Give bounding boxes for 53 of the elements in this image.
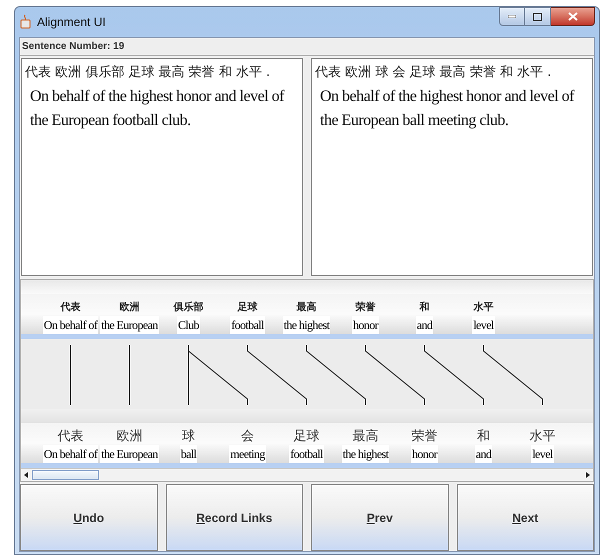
chinese-word: 球 [182,429,195,446]
english-word[interactable]: the European [100,316,159,334]
english-word[interactable]: On behalf of [42,445,98,464]
action-button[interactable]: Record Links [166,484,303,551]
close-icon [568,12,578,21]
chinese-word: 会 [241,429,254,446]
chinese-word: 水平 [474,300,494,316]
english-word[interactable]: level [472,316,495,334]
chinese-word: 荣誉 [356,300,376,316]
chinese-word: 最高 [352,429,378,446]
chinese-sentence: 代表 欧洲 俱乐部 足球 最高 荣誉 和 水平 . [25,64,272,82]
english-word[interactable]: and [416,316,434,334]
english-word[interactable]: the European [100,445,159,464]
english-word[interactable]: level [531,445,554,464]
english-word[interactable]: football [289,445,324,464]
english-word[interactable]: On behalf of [42,316,98,334]
english-word[interactable]: and [474,445,492,464]
english-word[interactable]: the highest [282,316,330,334]
chinese-word: 代表 [60,300,80,316]
chinese-word: 欧洲 [116,429,142,446]
window-title: Alignment UI [37,14,106,31]
chinese-word: 足球 [238,300,258,316]
english-word[interactable]: football [230,316,265,334]
chinese-word: 荣誉 [412,429,438,446]
chinese-word: 水平 [530,429,556,446]
action-button[interactable]: Prev [311,484,448,551]
chinese-word: 欧洲 [120,300,140,316]
english-word[interactable]: honor [411,445,438,464]
english-sentence: On behalf of the highest honor and level of the European ball meeting club. [319,86,576,130]
english-word[interactable]: honor [352,316,379,334]
chinese-word: 和 [477,429,490,446]
coffee-cup-icon [19,14,33,30]
chinese-word: 代表 [58,429,84,446]
scrollbar-thumb[interactable] [32,470,99,480]
english-word[interactable]: Club [177,316,200,334]
action-button[interactable]: Undo [20,484,158,551]
sentence-number-label: Sentence Number: 19 [22,40,124,54]
chinese-word: 和 [420,300,430,316]
chinese-sentence: 代表 欧洲 球 会 足球 最高 荣誉 和 水平 . [315,64,552,82]
close-button[interactable] [551,7,595,26]
minimize-icon [508,15,516,18]
chinese-word: 俱乐部 [174,300,204,316]
chinese-word: 最高 [296,300,316,316]
maximize-button[interactable] [525,7,551,26]
english-sentence: On behalf of the highest honor and level of the European football club. [29,86,286,130]
minimize-button[interactable] [499,7,525,26]
horizontal-scrollbar[interactable] [21,468,593,482]
maximize-icon [533,12,542,20]
chinese-word: 足球 [294,429,320,446]
english-word[interactable]: meeting [229,445,266,464]
action-button[interactable]: Next [456,484,594,551]
english-word[interactable]: ball [180,445,198,464]
english-word[interactable]: the highest [342,445,390,464]
